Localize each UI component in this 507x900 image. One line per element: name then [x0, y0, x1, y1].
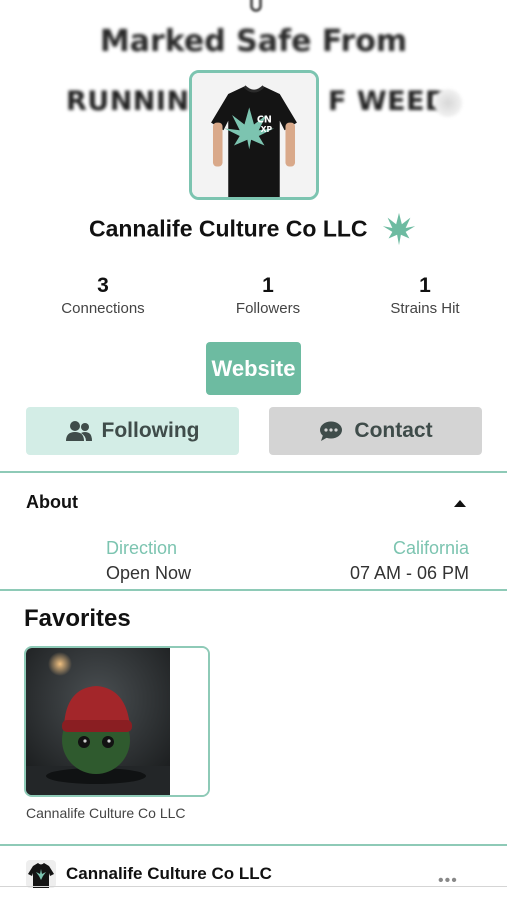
divider [0, 886, 507, 887]
divider [0, 844, 507, 846]
favorite-image [26, 648, 208, 795]
stat-label: Followers [235, 300, 301, 317]
profile-name: Cannalife Culture Co LLC [88, 215, 368, 242]
chat-icon [318, 420, 344, 442]
svg-text:XP: XP [261, 125, 273, 134]
hours-value: 07 AM - 06 PM [349, 563, 469, 583]
caret-up-icon[interactable] [454, 500, 466, 507]
more-icon[interactable]: ••• [438, 872, 458, 890]
contact-label: Contact [354, 419, 433, 442]
stat-strains-hit[interactable]: 1 Strains Hit [345, 274, 505, 317]
following-button[interactable]: Following [26, 407, 239, 455]
users-icon [65, 420, 92, 442]
favorite-caption: Cannalife Culture Co LLC [26, 805, 186, 821]
profile-name-row: Cannalife Culture Co LLC [0, 210, 507, 248]
cover-line-2-right: F WEED [328, 86, 448, 117]
tshirt-image: CN XP [192, 73, 316, 197]
stat-label: Strains Hit [390, 300, 460, 317]
about-title: About [26, 492, 78, 512]
svg-text:CN: CN [257, 115, 272, 126]
smoke-icon [432, 88, 464, 118]
divider [0, 471, 507, 473]
post-author[interactable]: Cannalife Culture Co LLC [66, 864, 272, 884]
stat-connections[interactable]: 3 Connections [23, 274, 183, 317]
website-button[interactable]: Website [206, 342, 301, 395]
location-label: California [392, 538, 469, 558]
open-status: Open Now [106, 563, 192, 583]
divider [0, 589, 507, 591]
leaf-icon [380, 210, 418, 248]
stat-label: Connections [61, 300, 145, 317]
following-label: Following [101, 419, 200, 442]
stat-value: 1 [262, 274, 274, 297]
stat-value: 1 [419, 274, 431, 297]
stat-value: 3 [97, 274, 109, 297]
post-avatar[interactable] [26, 860, 56, 888]
profile-avatar[interactable]: CN XP [189, 70, 319, 200]
favorite-item[interactable] [24, 646, 210, 797]
cover-line-2-left: RUNNIN [66, 86, 190, 117]
cover-line-1: Marked Safe From [99, 24, 408, 59]
favorites-title: Favorites [24, 605, 131, 632]
direction-link[interactable]: Direction [106, 538, 177, 559]
stat-followers[interactable]: 1 Followers [188, 274, 348, 317]
cover-decoration [250, 0, 262, 12]
contact-button[interactable]: Contact [269, 407, 482, 455]
